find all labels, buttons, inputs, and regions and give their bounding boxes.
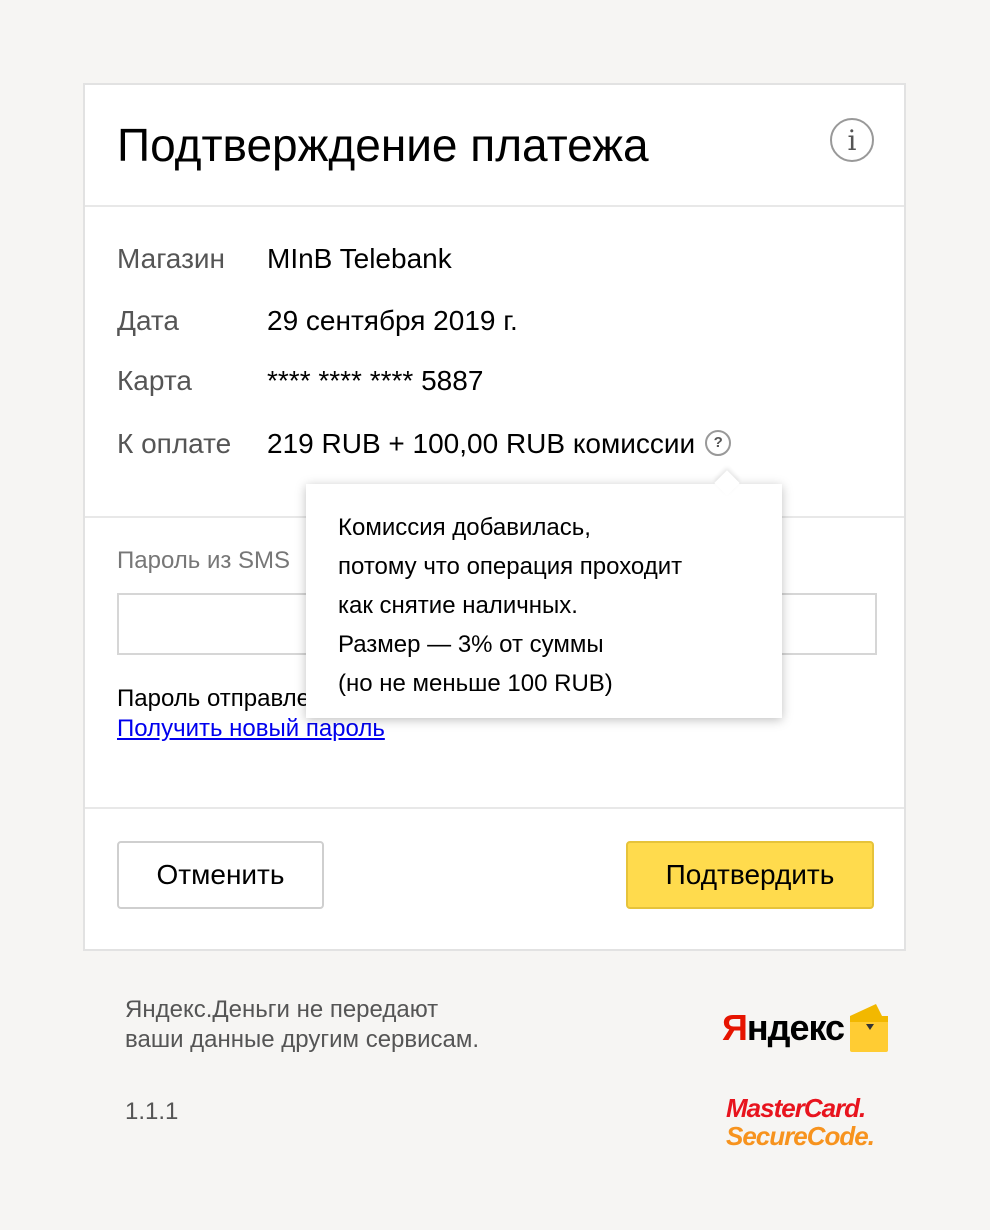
question-icon[interactable]: ? xyxy=(705,429,732,456)
date-row: Дата 29 сентября 2019 г. xyxy=(117,303,518,339)
mastercard-securecode-logo: MasterCard. SecureCode. xyxy=(726,1093,875,1151)
card-value: **** **** **** 5887 xyxy=(267,365,484,396)
yandex-logo-text: Яндекс xyxy=(722,1007,845,1049)
sms-password-label: Пароль из SMS xyxy=(117,547,291,574)
date-label: Дата xyxy=(117,305,180,336)
amount-row: К оплате 219 RUB + 100,00 RUB комиссии? xyxy=(117,426,732,462)
yandex-logo-red: Я xyxy=(722,1007,748,1048)
shop-row: Магазин MInB Telebank xyxy=(117,241,452,277)
mastercard-text: MasterCard. xyxy=(726,1093,866,1123)
tooltip-line: как снятие наличных. xyxy=(338,592,578,619)
date-value: 29 сентября 2019 г. xyxy=(267,305,518,336)
wallet-icon xyxy=(850,1004,889,1052)
confirm-button[interactable]: Подтвердить xyxy=(626,841,874,909)
card-row: Карта **** **** **** 5887 xyxy=(117,363,483,399)
cancel-button[interactable]: Отменить xyxy=(117,841,324,909)
tooltip-line: Комиссия добавилась, xyxy=(338,514,591,541)
amount-value: 219 RUB + 100,00 RUB комиссии xyxy=(267,428,696,459)
securecode-text: SecureCode. xyxy=(726,1121,875,1151)
version-label: 1.1.1 xyxy=(125,1098,179,1125)
commission-tooltip: Комиссия добавилась, потому что операция… xyxy=(306,484,782,718)
shop-value: MInB Telebank xyxy=(267,243,452,274)
password-sent-text: Пароль отправлен xyxy=(117,685,324,712)
privacy-note: Яндекс.Деньги не передают ваши данные др… xyxy=(125,995,479,1055)
get-new-password-link[interactable]: Получить новый пароль xyxy=(117,715,385,743)
yandex-logo: Яндекс xyxy=(722,1002,890,1054)
tooltip-line: потому что операция проходит xyxy=(338,553,683,580)
footer-divider xyxy=(85,807,904,809)
shop-label: Магазин xyxy=(117,243,226,274)
info-icon[interactable]: i xyxy=(830,118,874,162)
yandex-logo-black: ндекс xyxy=(746,1007,845,1048)
page-title: Подтверждение платежа xyxy=(117,119,649,171)
privacy-line: Яндекс.Деньги не передают xyxy=(125,996,439,1023)
tooltip-line: Размер — 3% от суммы xyxy=(338,631,604,658)
header-divider xyxy=(85,205,904,207)
privacy-line: ваши данные другим сервисам. xyxy=(125,1026,480,1053)
tooltip-line: (но не меньше 100 RUB) xyxy=(338,670,613,697)
card-label: Карта xyxy=(117,365,192,396)
amount-label: К оплате xyxy=(117,428,232,459)
